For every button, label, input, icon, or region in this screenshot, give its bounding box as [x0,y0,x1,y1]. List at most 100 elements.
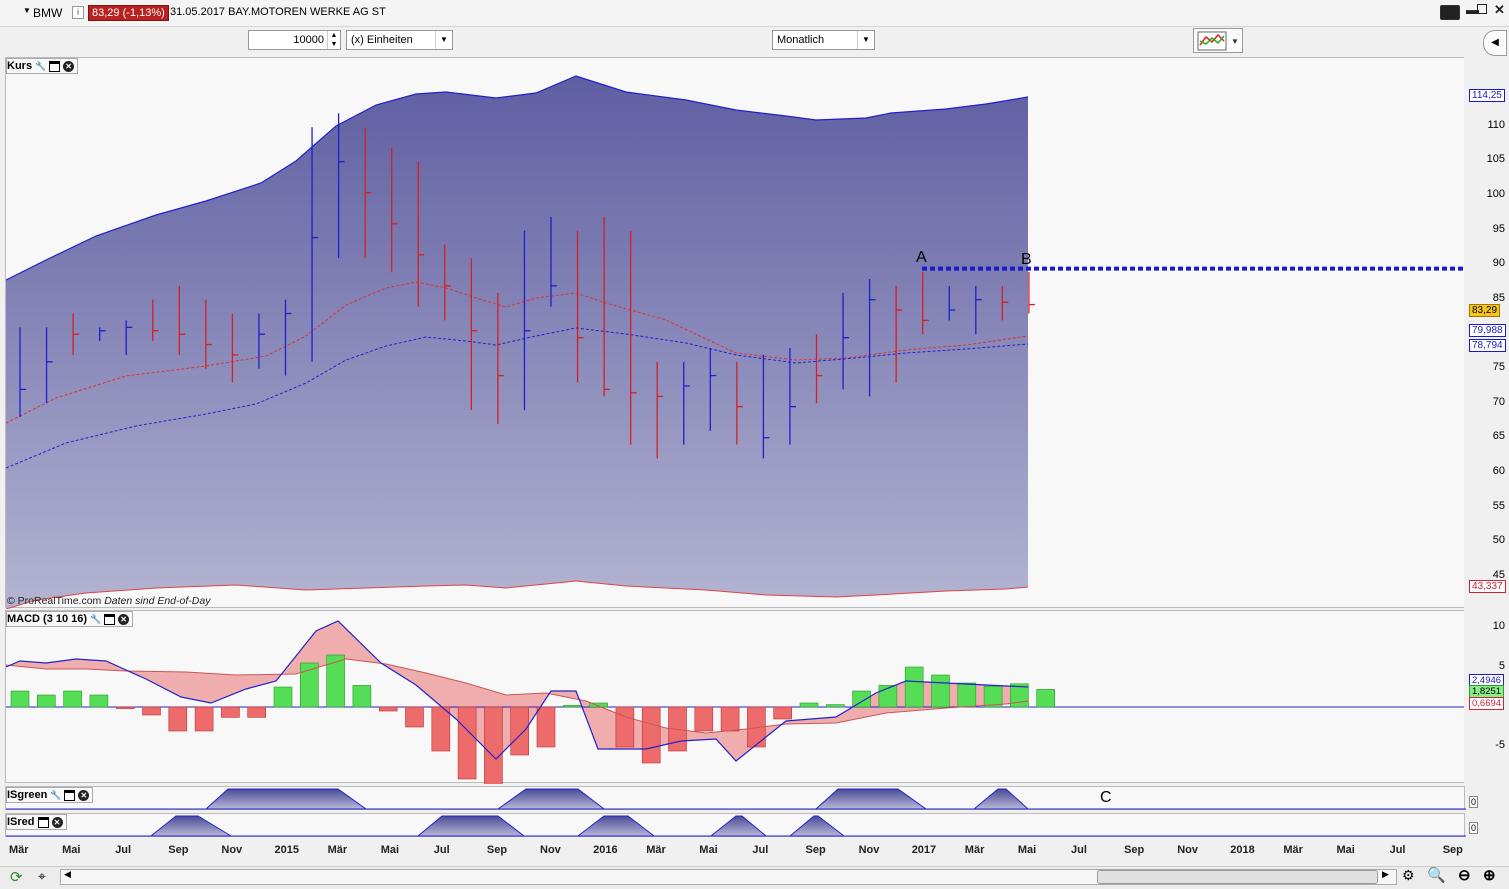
window-icon[interactable] [49,60,61,72]
isgreen-panel [5,786,1466,810]
time-axis-label: Mär [964,844,985,856]
macd-histogram-bar [142,706,161,716]
units-select-value: (x) Einheiten [351,34,413,46]
macd-histogram-bar [562,705,582,708]
time-axis-label: Sep [486,844,508,856]
price-panel [5,57,1466,609]
side-panel-toggle-icon[interactable]: ◀ [1483,30,1507,56]
refresh-icon[interactable]: ⟳ [10,868,23,886]
time-axis-label: Nov [858,844,880,856]
isgreen-signal [204,788,368,810]
price-tick: 65 [1492,430,1505,442]
close-icon[interactable]: ✕ [78,789,90,801]
symbol-dropdown-icon[interactable]: ▼ [23,6,31,15]
chevron-down-icon[interactable]: ▼ [435,31,452,49]
close-icon[interactable]: ✕ [63,60,75,72]
chart-settings-icon[interactable]: ⚙ [1402,867,1415,884]
macd-tick: 10 [1492,620,1505,632]
macd-histogram-bar [10,690,30,708]
macd-tick: 5 [1498,660,1505,672]
bollinger-band-fill [6,76,1028,609]
isred-signal [149,815,233,837]
macd-histogram-bar [852,690,871,708]
panel-label-isgreen: ISgreen 🔧 ✕ [6,787,94,803]
isred-signal [576,815,656,837]
window-icon[interactable] [37,816,49,828]
symbol-label[interactable]: BMW [33,6,62,20]
isred-panel [5,813,1466,837]
panel-title-kurs: Kurs [7,60,33,72]
chevron-down-icon[interactable]: ▼ [857,31,874,49]
upper-band-tag: 114,25 [1469,89,1505,102]
zoom-fit-icon[interactable]: 🔍 [1427,866,1446,884]
time-axis-label: Mai [1336,844,1355,856]
maximize-icon[interactable] [1477,4,1487,14]
panel-label-kurs: Kurs 🔧 ✕ [6,58,79,74]
close-icon[interactable]: ✕ [51,816,63,828]
macd-histogram-bar [957,682,977,708]
scrollbar-thumb[interactable] [1097,870,1378,884]
macd-histogram-bar [115,706,135,709]
quantity-stepper[interactable]: 10000 ▲ ▼ [248,30,341,50]
time-axis-label: Nov [540,844,561,856]
period-select-value: Monatlich [777,34,825,46]
price-tick: 90 [1492,257,1505,269]
price-tick: 50 [1492,534,1505,546]
isred-tick: 0 [1469,822,1479,834]
time-axis-label: Jul [1389,844,1406,856]
info-icon[interactable]: i [72,6,84,19]
price-tick: 55 [1492,500,1505,512]
stepper-arrows-icon[interactable]: ▲ ▼ [327,31,340,49]
isgreen-tick: 0 [1469,796,1479,808]
macd-chart [6,620,1466,784]
close-icon[interactable]: ✕ [118,613,130,625]
wrench-icon[interactable]: 🔧 [50,790,61,801]
macd-histogram-bar [457,706,477,780]
price-tick: 105 [1486,153,1505,165]
toolbar [0,27,1509,57]
last-price-tag: 83,29 [1469,304,1501,317]
quantity-value[interactable]: 10000 [293,34,324,46]
zoom-out-icon[interactable]: ⊖ [1458,866,1471,884]
time-axis-label: Nov [1177,844,1198,856]
time-axis-label: Sep [805,844,826,856]
scroll-right-icon[interactable]: ▶ [1382,869,1389,880]
macd-histogram-bar [799,702,819,708]
macd-tick: -5 [1495,739,1505,751]
window-icon[interactable] [104,613,116,625]
cursor-tool-icon[interactable]: ⌖ [38,868,46,885]
price-tick: 100 [1486,188,1505,200]
price-tick: 85 [1492,292,1505,304]
keyboard-icon[interactable] [1440,5,1460,20]
macd-histogram-bar [641,706,661,764]
scroll-left-icon[interactable]: ◀ [64,869,71,880]
price-chart [6,75,1466,609]
credit-note: Daten sind End-of-Day [104,595,211,607]
macd-histogram-bar [931,674,950,708]
close-icon[interactable]: ✕ [1494,2,1505,18]
macd-histogram-bar [326,654,345,708]
time-axis-label: Sep [1442,844,1463,856]
price-tick: 75 [1492,361,1505,373]
macd-histogram-bar [904,666,924,708]
price-tick: 60 [1492,465,1505,477]
units-select[interactable]: (x) Einheiten ▼ [346,30,453,50]
chart-type-button[interactable]: ▼ [1193,28,1243,53]
window-icon[interactable] [64,789,76,801]
period-select[interactable]: Monatlich ▼ [772,30,875,50]
time-axis-label: Mai [1017,844,1037,856]
wrench-icon[interactable]: 🔧 [35,61,46,72]
wrench-icon[interactable]: 🔧 [90,614,101,625]
macd-histogram-bar [36,694,56,708]
time-axis-label: Sep [1124,844,1145,856]
isred-signal [788,815,846,837]
chart-type-icon: ▼ [1197,31,1239,51]
macd-histogram-bar [221,706,240,718]
annotation-a: A [916,249,927,266]
macd-histogram-bar [352,685,372,708]
macd-histogram-bar [694,706,714,732]
macd-panel [5,610,1466,784]
macd-histogram-bar [431,706,451,752]
zoom-in-icon[interactable]: ⊕ [1483,866,1496,884]
macd-histogram-bar [168,706,188,732]
